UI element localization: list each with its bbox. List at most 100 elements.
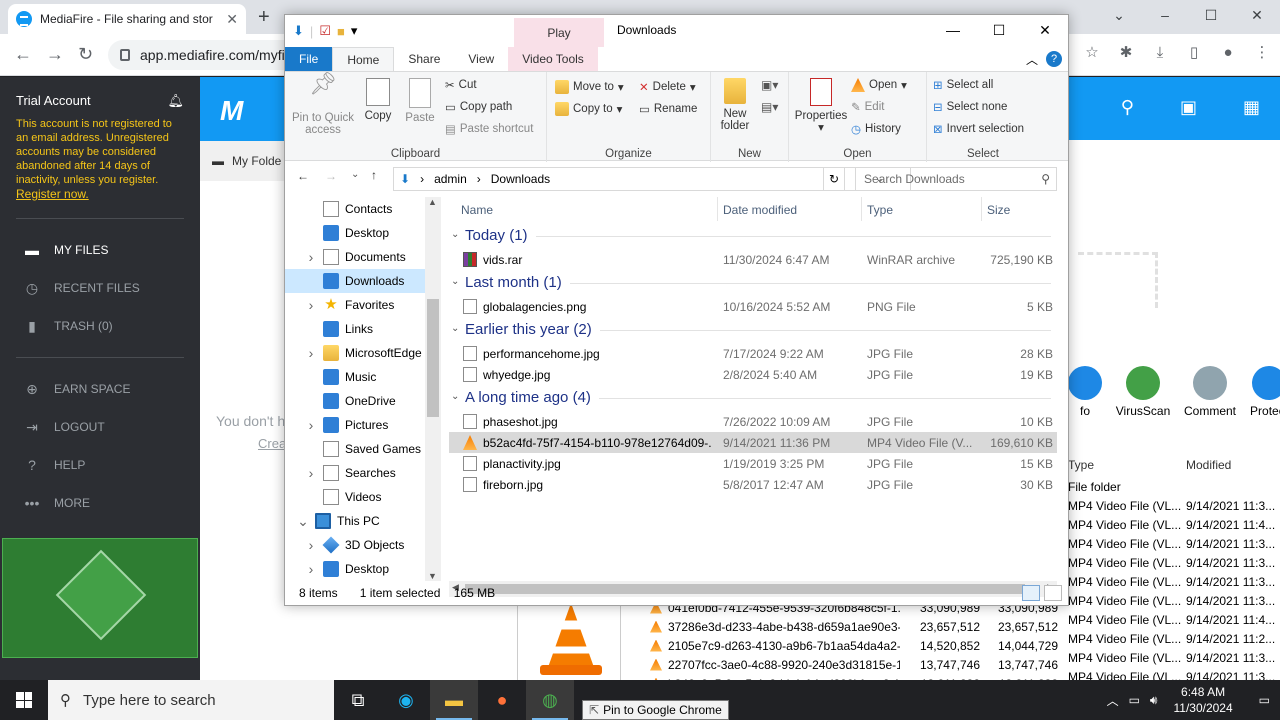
clock[interactable]: 6:48 AM 11/30/2024 bbox=[1167, 684, 1238, 716]
column-date-modified[interactable]: Date modified bbox=[723, 203, 797, 217]
firefox-icon[interactable]: ● bbox=[478, 680, 526, 720]
sidebar-item-help[interactable]: ? HELP bbox=[0, 446, 200, 484]
chevron-right-icon[interactable]: › bbox=[305, 297, 317, 313]
properties-icon[interactable]: ☑ bbox=[319, 23, 331, 39]
task-view-icon[interactable]: ⧉ bbox=[334, 680, 382, 720]
search-icon[interactable]: ⚲ bbox=[1121, 97, 1134, 118]
tray-expand-icon[interactable]: ︿ bbox=[1107, 692, 1119, 709]
tree-item-pictures[interactable]: › Pictures bbox=[285, 413, 439, 437]
collapse-group-icon[interactable]: ⌄ bbox=[451, 391, 459, 402]
start-button[interactable] bbox=[0, 680, 48, 720]
table-row[interactable]: MP4 Video File (VL... 9/14/2021 11:3... bbox=[1068, 556, 1280, 575]
back-arrow-icon[interactable]: ← bbox=[14, 44, 32, 65]
browser-restore-button[interactable]: ☐ bbox=[1188, 0, 1234, 30]
table-row[interactable]: MP4 Video File (VL... 9/14/2021 11:3... bbox=[1068, 594, 1280, 613]
breadcrumb-admin[interactable]: admin bbox=[434, 172, 467, 186]
profile-icon[interactable]: ● bbox=[1218, 42, 1238, 62]
file-row[interactable]: performancehome.jpg 7/17/2024 9:22 AM JPG … bbox=[449, 343, 1057, 364]
tree-item-3d-objects[interactable]: › 3D Objects bbox=[285, 533, 439, 557]
tab-home[interactable]: Home bbox=[332, 47, 395, 71]
bookmark-star-icon[interactable]: ☆ bbox=[1082, 42, 1102, 62]
new-folder-qa-icon[interactable]: ■ bbox=[337, 24, 345, 39]
sidebar-item-trash-0[interactable]: ▮ TRASH (0) bbox=[0, 307, 200, 345]
paste-button[interactable]: Paste bbox=[403, 78, 437, 124]
recent-locations-icon[interactable]: ⌄ bbox=[351, 169, 359, 180]
new-tab-button[interactable]: + bbox=[258, 6, 270, 29]
close-tab-icon[interactable]: ✕ bbox=[226, 11, 238, 28]
details-view-icon[interactable] bbox=[1022, 585, 1040, 601]
mediafire-logo[interactable]: M bbox=[220, 95, 243, 127]
easy-access-icon[interactable]: ▤▾ bbox=[761, 100, 778, 114]
side-panel-icon[interactable]: ▯ bbox=[1184, 42, 1204, 62]
edge-icon[interactable]: ◉ bbox=[382, 680, 430, 720]
file-row[interactable]: fireborn.jpg 5/8/2017 12:47 AM JPG File 30 … bbox=[449, 474, 1057, 495]
chevron-right-icon[interactable]: › bbox=[305, 249, 317, 265]
maximize-button[interactable]: ☐ bbox=[976, 15, 1022, 45]
table-row[interactable]: MP4 Video File (VL... 9/14/2021 11:4... bbox=[1068, 518, 1280, 537]
chevron-right-icon[interactable]: › bbox=[305, 345, 317, 361]
table-row[interactable]: MP4 Video File (VL... 9/14/2021 11:3... bbox=[1068, 651, 1280, 670]
forward-arrow-icon[interactable]: → bbox=[46, 44, 64, 65]
tree-item-desktop[interactable]: Desktop bbox=[285, 221, 439, 245]
group-header[interactable]: ⌄ Today (1) bbox=[449, 223, 1057, 249]
move-to-button[interactable]: Move to ▾ bbox=[555, 80, 624, 94]
tree-item-this-pc[interactable]: ⌄ This PC bbox=[285, 509, 439, 533]
collapse-ribbon-icon[interactable]: ︿ bbox=[1026, 51, 1038, 68]
new-item-icon[interactable]: ▣▾ bbox=[761, 78, 778, 92]
tree-item-microsoftedge[interactable]: › MicrosoftEdge bbox=[285, 341, 439, 365]
new-folder-button[interactable]: New folder bbox=[717, 78, 753, 132]
download-icon[interactable]: ⤓ bbox=[1150, 42, 1170, 62]
tab-share[interactable]: Share bbox=[394, 47, 454, 71]
large-icons-view-icon[interactable] bbox=[1044, 585, 1062, 601]
column-name[interactable]: Name bbox=[461, 203, 493, 217]
chevron-down-icon[interactable]: ⌄ bbox=[1096, 0, 1142, 30]
network-icon[interactable]: ▭ bbox=[1129, 693, 1140, 707]
sidebar-item-my-files[interactable]: ▬ MY FILES bbox=[0, 231, 200, 269]
copy-button[interactable]: Copy bbox=[361, 78, 395, 122]
breadcrumb-downloads[interactable]: Downloads bbox=[491, 172, 550, 186]
create-link[interactable]: Crea bbox=[258, 436, 286, 451]
rename-button[interactable]: ▭ Rename bbox=[639, 102, 697, 116]
tab-view[interactable]: View bbox=[454, 47, 508, 71]
tree-item-desktop[interactable]: › Desktop bbox=[285, 557, 439, 581]
chevron-right-icon[interactable]: › bbox=[305, 417, 317, 433]
tab-video-tools[interactable]: Video Tools bbox=[508, 47, 598, 71]
file-explorer-taskbar-icon[interactable]: ▬ bbox=[430, 680, 478, 720]
file-row[interactable]: globalagencies.png 10/16/2024 5:52 AM PNG … bbox=[449, 296, 1057, 317]
paste-shortcut-button[interactable]: ▤ Paste shortcut bbox=[445, 122, 533, 136]
close-button[interactable]: ✕ bbox=[1022, 15, 1068, 45]
menu-dots-icon[interactable]: ⋮ bbox=[1252, 42, 1272, 62]
tree-item-music[interactable]: Music bbox=[285, 365, 439, 389]
properties-button[interactable]: Properties ▾ bbox=[795, 78, 847, 134]
table-row[interactable]: File folder bbox=[1068, 480, 1280, 499]
table-row[interactable]: MP4 Video File (VL... 9/14/2021 11:3... bbox=[1068, 575, 1280, 594]
collapse-group-icon[interactable]: ⌄ bbox=[451, 323, 459, 334]
column-size[interactable]: Size bbox=[987, 203, 1010, 217]
register-link[interactable]: Register now. bbox=[16, 187, 89, 201]
reload-icon[interactable]: ↻ bbox=[78, 44, 93, 65]
browser-tab[interactable]: MediaFire - File sharing and stor ✕ bbox=[8, 4, 246, 34]
column-modified[interactable]: Modified bbox=[1186, 458, 1280, 480]
refresh-icon[interactable]: ↻ bbox=[823, 167, 845, 191]
customize-qa-icon[interactable]: ▾ bbox=[351, 23, 358, 39]
table-row[interactable]: MP4 Video File (VL... 9/14/2021 11:3... bbox=[1068, 499, 1280, 518]
tool-fo[interactable]: fo bbox=[1068, 366, 1102, 426]
history-button[interactable]: ◷ History bbox=[851, 122, 901, 136]
column-type[interactable]: Type bbox=[1068, 458, 1186, 480]
advertisement-banner[interactable] bbox=[2, 538, 198, 658]
group-header[interactable]: ⌄ Earlier this year (2) bbox=[449, 317, 1057, 343]
chevron-right-icon[interactable]: › bbox=[305, 537, 317, 553]
browser-minimize-button[interactable]: – bbox=[1142, 0, 1188, 30]
collapse-group-icon[interactable]: ⌄ bbox=[451, 229, 459, 240]
file-row[interactable]: whyedge.jpg 2/8/2024 5:40 AM JPG File 19 KB bbox=[449, 364, 1057, 385]
volume-icon[interactable]: 🔊︎ bbox=[1150, 693, 1158, 708]
navigation-scrollbar[interactable]: ▲ ▼ bbox=[425, 197, 441, 581]
group-header[interactable]: ⌄ Last month (1) bbox=[449, 270, 1057, 296]
file-row[interactable]: planactivity.jpg 1/19/2019 3:25 PM JPG Fil… bbox=[449, 453, 1057, 474]
tree-item-videos[interactable]: Videos bbox=[285, 485, 439, 509]
file-row[interactable]: b52ac4fd-75f7-4154-b110-978e12764d09-...… bbox=[449, 432, 1057, 453]
minimize-button[interactable]: — bbox=[930, 15, 976, 45]
list-item[interactable]: 37286e3d-d233-4abe-b438-d659a1ae90e3-...… bbox=[640, 617, 1068, 636]
select-all-button[interactable]: ⊞ Select all bbox=[933, 78, 993, 92]
tree-item-saved-games[interactable]: Saved Games bbox=[285, 437, 439, 461]
